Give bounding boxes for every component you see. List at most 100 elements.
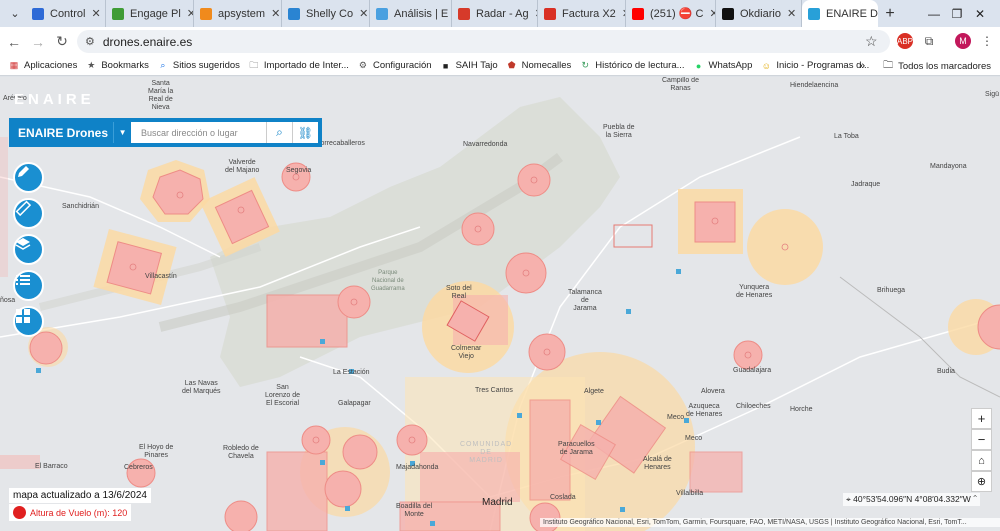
- gear-icon: ⚙: [358, 60, 367, 70]
- map-label-sanlorenzo: San Lorenzo de El Escorial: [265, 384, 301, 407]
- adblock-extension-icon[interactable]: ABP: [897, 33, 913, 49]
- map-label-meco: Meco: [667, 414, 685, 421]
- draw-tool-button[interactable]: [13, 162, 44, 193]
- map-label-elhoyo: El Hoyo de Pinares: [139, 444, 174, 459]
- browser-tab[interactable]: Análisis | E✕: [370, 0, 452, 27]
- tab-close-icon[interactable]: ✕: [265, 7, 280, 20]
- smile-icon: ☺: [761, 60, 771, 71]
- map-label-majadahonda: Majadahonda: [396, 464, 439, 471]
- more-bookmarks-button[interactable]: »: [859, 60, 865, 72]
- map-label-azuqueca: Azuqueca de Henares: [686, 403, 723, 418]
- tab-close-icon[interactable]: ✕: [703, 7, 715, 20]
- tab-close-icon[interactable]: ✕: [85, 7, 100, 20]
- star-icon: ★: [87, 60, 96, 70]
- extensions-icon[interactable]: ⧉: [921, 33, 937, 49]
- tab-favicon-icon: [632, 7, 644, 20]
- zoom-in-button[interactable]: +: [971, 408, 992, 429]
- browser-menu-icon[interactable]: ⋮: [979, 33, 995, 49]
- ruler-icon: [15, 200, 31, 216]
- browser-tab[interactable]: Shelly Co ✕: [282, 0, 370, 27]
- site-info-icon[interactable]: ⚙: [85, 35, 95, 48]
- map-label-lasnavas: Las Navas del Marqués: [182, 380, 221, 395]
- chevron-down-icon[interactable]: ▼: [113, 122, 132, 143]
- tab-label: ENAIRE D: [826, 7, 878, 20]
- browser-tab[interactable]: Okdiario ✕: [716, 0, 802, 27]
- browser-tab[interactable]: ENAIRE D✕: [802, 0, 878, 27]
- bookmark-label: Importado de Inter...: [263, 60, 349, 71]
- bookmark-item[interactable]: ↻ Histórico de lectura...: [580, 60, 685, 71]
- basemap-button[interactable]: [13, 306, 44, 337]
- home-icon[interactable]: ⌂: [971, 450, 992, 471]
- close-window-icon[interactable]: ✕: [958, 0, 1000, 27]
- back-icon[interactable]: ←: [2, 34, 26, 50]
- chevron-up-icon[interactable]: ⌃: [973, 494, 977, 504]
- pencil-icon: [18, 166, 29, 177]
- new-tab-button[interactable]: +: [878, 5, 902, 23]
- reload-icon[interactable]: ↻: [50, 33, 74, 50]
- tab-label: (251) ⛔ C: [650, 8, 704, 20]
- bookmark-item[interactable]: ☺ Inicio - Programas d...: [761, 60, 870, 71]
- map-label-soto: Soto del Real: [446, 285, 472, 300]
- locate-icon[interactable]: ⊕: [971, 471, 992, 492]
- search-icon[interactable]: ⌕: [266, 122, 292, 143]
- tab-close-icon[interactable]: ✕: [353, 7, 368, 20]
- legend-button[interactable]: [13, 270, 44, 301]
- map-label-trescantos: Tres Cantos: [475, 387, 513, 394]
- bookmark-item[interactable]: ■ SAIH Tajo: [441, 60, 498, 71]
- measure-tool-button[interactable]: [13, 198, 44, 229]
- bookmark-item[interactable]: ▦ Aplicaciones: [9, 60, 78, 71]
- browser-tab[interactable]: Control ✕: [26, 0, 106, 27]
- map-label-galapagar: Galapagar: [338, 400, 371, 407]
- app-search-toolbar: ENAIRE Drones ▼ Buscar dirección o lugar…: [9, 118, 322, 147]
- map-updated-status: mapa actualizado a 13/6/2024: [9, 488, 151, 503]
- enaire-logo: ENAIRE: [14, 91, 95, 108]
- bookmark-label: SAIH Tajo: [455, 60, 498, 71]
- tab-favicon-icon: [544, 7, 556, 20]
- refresh-icon: ↻: [581, 60, 590, 70]
- all-bookmarks-button[interactable]: Todos los marcadores: [898, 61, 991, 72]
- link-icon[interactable]: ⛓: [292, 122, 318, 143]
- search-input[interactable]: Buscar dirección o lugar: [131, 122, 266, 143]
- zoom-out-button[interactable]: −: [971, 429, 992, 450]
- layers-button[interactable]: [13, 234, 44, 265]
- coordinate-text: 40°53′54.096″N 4°08′04.332″W: [853, 494, 971, 504]
- tab-favicon-icon: [32, 7, 44, 20]
- map-label-talamanca: Talamanca de Jarama: [568, 289, 602, 312]
- tab-search-chevron-icon[interactable]: ⌄: [4, 3, 26, 25]
- layers-icon: [15, 238, 31, 250]
- tab-close-icon[interactable]: ✕: [616, 7, 625, 20]
- bookmark-item[interactable]: ⚙ Configuración: [358, 60, 432, 71]
- browser-tab[interactable]: (251) ⛔ C✕: [626, 0, 716, 27]
- bookmark-item[interactable]: ⬟ Nomecalles: [507, 60, 572, 71]
- bookmark-item[interactable]: ● WhatsApp: [694, 60, 753, 71]
- bookmark-label: Configuración: [372, 60, 432, 71]
- map-label-latoba: La Toba: [834, 133, 859, 140]
- browser-tab[interactable]: Engage Pl✕: [106, 0, 194, 27]
- browser-tab[interactable]: Radar - Ag✕: [452, 0, 538, 27]
- map-label-budia: Budia: [937, 368, 955, 375]
- profile-avatar[interactable]: M: [955, 33, 971, 49]
- forward-icon[interactable]: →: [26, 34, 50, 50]
- map-label-navarredonda: Navarredonda: [463, 141, 508, 148]
- bookmark-item[interactable]: 🗀 Importado de Inter...: [249, 60, 349, 72]
- map-label-hiendelaencina: Hiendelaencina: [790, 82, 839, 89]
- map-canvas[interactable]: Arévalo Santa María la Real de Nieva Cam…: [0, 77, 1000, 531]
- settings-gear-icon[interactable]: [13, 506, 26, 519]
- tab-close-icon[interactable]: ✕: [529, 7, 537, 20]
- search-icon: ⌕: [160, 60, 166, 70]
- url-field[interactable]: ⚙ drones.enaire.es: [77, 30, 890, 53]
- bookmark-item[interactable]: ★ Bookmarks: [86, 60, 149, 71]
- bookmark-item[interactable]: ⌕ Sitios sugeridos: [158, 60, 240, 71]
- bookmark-star-icon[interactable]: ☆: [865, 33, 878, 50]
- tab-close-icon[interactable]: ✕: [781, 7, 796, 20]
- tab-label: Control: [50, 7, 86, 20]
- browser-tab[interactable]: Factura X2✕: [538, 0, 626, 27]
- tab-label: Shelly Co: [306, 7, 354, 20]
- map-label-madrid: Madrid: [482, 497, 513, 508]
- flight-altitude-status: Altura de Vuelo (m): 120: [9, 504, 132, 521]
- tab-label: Análisis | E: [394, 7, 449, 20]
- map-label-paracuellos: Paracuellos de Jarama: [558, 441, 595, 456]
- tab-label: Okdiario: [740, 7, 781, 20]
- tab-close-icon[interactable]: ✕: [181, 7, 193, 20]
- browser-tab[interactable]: apsystem ✕: [194, 0, 282, 27]
